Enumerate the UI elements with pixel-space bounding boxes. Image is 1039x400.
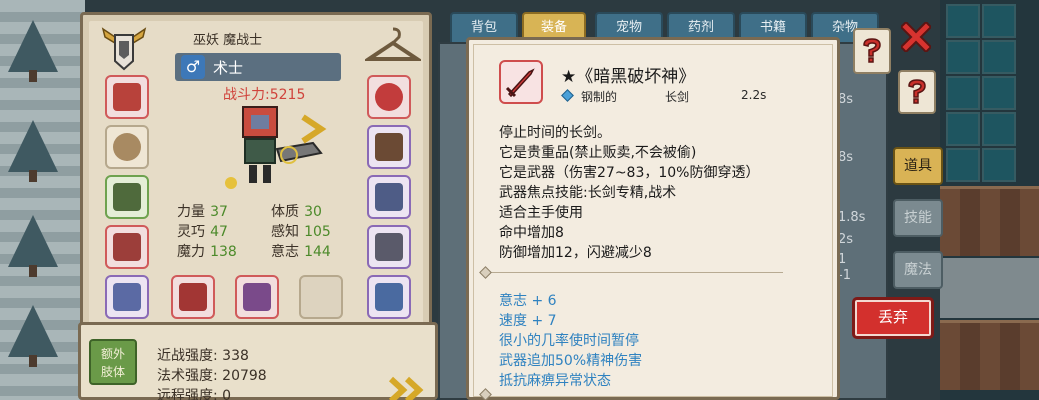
slot-head[interactable] [105, 125, 149, 169]
item-bonus: 很小的几率使时间暂停 [499, 333, 639, 349]
slot-cloak[interactable] [105, 175, 149, 219]
character-sprite [221, 105, 331, 195]
discard-button[interactable]: 丢弃 [852, 297, 934, 339]
item-time: 8s [838, 150, 854, 165]
item-desc-line: 适合主手使用 [499, 205, 583, 221]
item-bonus: 武器追加50%精神伤害 [499, 353, 643, 369]
class-name: 术士 [213, 59, 244, 77]
item-desc-line: 命中增加8 [499, 225, 564, 241]
stat-dexterity: 灵巧 47 [177, 224, 228, 240]
item-title: ★《暗黑破坏神》 [561, 67, 696, 87]
help-button-secondary[interactable] [898, 70, 936, 114]
item-desc-line: 停止时间的长剑。 [499, 125, 611, 141]
item-speed: 2.2s [741, 88, 767, 102]
item-bonus: 意志 + 6 [499, 293, 557, 309]
combat-power: 战斗力:5215 [223, 87, 306, 103]
male-icon: ♂ [181, 55, 205, 79]
slot-boots[interactable] [367, 225, 411, 269]
stat-constitution: 体质 30 [271, 204, 322, 220]
pine-tree [8, 305, 58, 367]
side-button-skills[interactable]: 技能 [893, 199, 943, 237]
pine-tree [8, 120, 58, 182]
slot-amulet[interactable] [105, 275, 149, 319]
hanger-icon[interactable] [362, 25, 424, 65]
item-type: 长剑 [665, 90, 690, 104]
melee-strength: 近战强度: 338 [157, 348, 249, 364]
item-time: 1.8s [838, 210, 866, 225]
extra-limbs-label-1: 额外 [100, 347, 125, 361]
stat-magic: 魔力 138 [177, 244, 237, 260]
item-desc-line: 防御增加12，闪避减少8 [499, 245, 652, 261]
room-floor [940, 0, 1039, 400]
item-tooltip: ★《暗黑破坏神》 钢制的 长剑 2.2s 停止时间的长剑。 它是贵重品(禁止贩卖… [466, 37, 840, 400]
sword-icon [505, 68, 535, 98]
extra-limbs-label-2: 肢体 [100, 365, 125, 379]
helmet-winged-icon [101, 23, 147, 71]
pine-tree [8, 20, 58, 82]
slot-ring[interactable] [367, 275, 411, 319]
spell-strength: 法术强度: 20798 [157, 368, 267, 384]
character-panel: 巫妖 魔战士 ♂ 术士 战斗力:5215 力量 37 体质 30 灵巧 47 感… [80, 12, 432, 342]
item-time: 8s [838, 92, 854, 107]
stat-perception: 感知 105 [271, 224, 331, 240]
slot-chest[interactable] [105, 75, 149, 119]
slot-off-hand[interactable] [235, 275, 279, 319]
slot-mask[interactable] [367, 75, 411, 119]
item-desc-line: 它是武器（伤害27~83，10%防御穿透） [499, 165, 760, 181]
strength-panel: 额外 肢体 近战强度: 338 法术强度: 20798 远程强度: 0 [78, 322, 438, 400]
character-race: 巫妖 魔战士 [193, 33, 263, 48]
stat-strength: 力量 37 [177, 204, 228, 220]
close-icon [901, 22, 931, 52]
help-button[interactable] [853, 28, 891, 74]
slot-main-hand[interactable] [171, 275, 215, 319]
pine-tree [8, 215, 58, 277]
item-desc-line: 武器焦点技能:长剑专精,战术 [499, 185, 677, 201]
help-icon [863, 38, 881, 63]
slot-glove[interactable] [367, 125, 411, 169]
close-button[interactable] [898, 22, 934, 52]
side-button-magic[interactable]: 魔法 [893, 251, 943, 289]
item-time: 2s [838, 232, 854, 247]
item-icon [499, 60, 543, 104]
item-bonus: 速度 + 7 [499, 313, 557, 329]
side-button-items[interactable]: 道具 [893, 147, 943, 185]
extra-limbs-button[interactable]: 额外 肢体 [89, 339, 137, 385]
next-page-arrow-icon[interactable] [387, 375, 429, 400]
slot-empty[interactable] [299, 275, 343, 319]
help-icon [908, 79, 926, 104]
item-desc-line: 它是贵重品(禁止贩卖,不会被偷) [499, 145, 697, 161]
slot-armor[interactable] [105, 225, 149, 269]
item-bonus: 抵抗麻痹异常状态 [499, 373, 611, 389]
ranged-strength: 远程强度: 0 [157, 388, 232, 400]
class-bar: ♂ 术士 [175, 53, 341, 81]
slot-belt[interactable] [367, 175, 411, 219]
stat-willpower: 意志 144 [271, 244, 331, 260]
snowy-forest [0, 0, 85, 400]
divider [483, 272, 783, 273]
item-material: 钢制的 [581, 90, 618, 104]
